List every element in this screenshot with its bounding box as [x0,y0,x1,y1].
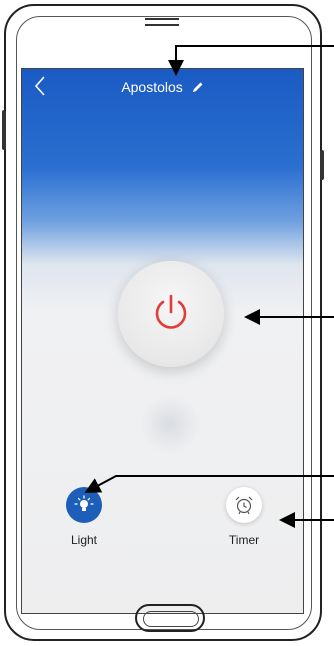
light-callout-arrow [84,475,334,493]
title-callout-arrow [168,45,334,76]
callout-arrows [84,45,334,528]
